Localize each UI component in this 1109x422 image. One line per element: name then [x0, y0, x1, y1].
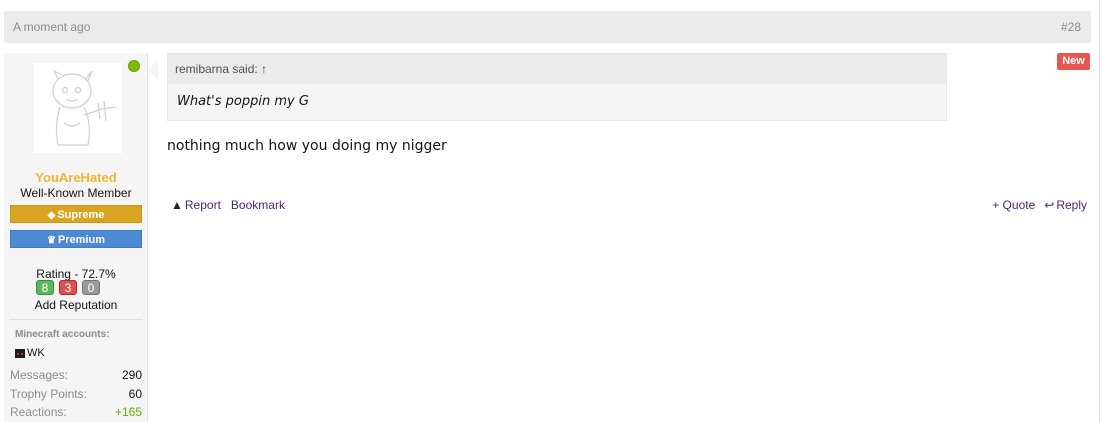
stat-value[interactable]: +165: [115, 405, 142, 419]
post-header: A moment ago #28: [4, 11, 1091, 43]
report-link[interactable]: ▲ Report: [171, 198, 221, 212]
minecraft-head-icon: [15, 348, 25, 358]
user-sidebar: YouAreHated Well-Known Member ◆ Supreme ♛…: [4, 53, 148, 422]
quote-button[interactable]: + Quote: [992, 198, 1035, 212]
quote-text: What's poppin my G: [177, 94, 309, 109]
username[interactable]: YouAreHated: [4, 170, 148, 185]
post-number[interactable]: #28: [1061, 20, 1081, 34]
minecraft-account-name: WK: [27, 347, 45, 359]
minecraft-account[interactable]: WK: [15, 347, 45, 359]
add-reputation-link[interactable]: Add Reputation: [4, 298, 148, 312]
reply-label: Reply: [1056, 198, 1087, 212]
reply-icon: ↩: [1044, 198, 1055, 212]
rank-badge-premium: ♛ Premium: [10, 230, 142, 248]
stat-label: Trophy Points:: [10, 387, 87, 401]
rating: Rating - 72.7%: [36, 267, 116, 281]
quote-block: remibarna said: ↑ What's poppin my G: [167, 53, 947, 121]
diamond-icon: ◆: [47, 210, 56, 221]
post-actions-left: ▲ Report Bookmark: [171, 198, 285, 212]
negative-rep: 3: [59, 280, 77, 295]
bookmark-link[interactable]: Bookmark: [231, 198, 285, 212]
post-time[interactable]: A moment ago: [13, 20, 90, 34]
user-title: Well-Known Member: [20, 186, 132, 200]
reputation-counts: 8 3 0: [36, 280, 116, 296]
stat-trophy-points: Trophy Points: 60: [10, 387, 142, 401]
post-message: nothing much how you doing my nigger: [167, 138, 447, 154]
online-status-icon: [128, 60, 140, 72]
stat-messages: Messages: 290: [10, 368, 142, 382]
avatar[interactable]: [34, 63, 122, 153]
divider: [10, 319, 142, 320]
trophy-icon: ♛: [46, 235, 56, 246]
rank-badge-supreme: ◆ Supreme: [10, 205, 142, 223]
reply-button[interactable]: ↩ Reply: [1044, 198, 1087, 212]
rank-label: Supreme: [57, 209, 105, 221]
report-label: Report: [184, 198, 221, 212]
quote-header: remibarna said: ↑: [168, 54, 946, 84]
rank-label: Premium: [57, 234, 106, 246]
avatar-sketch-icon: [52, 69, 117, 146]
warning-icon: ▲: [171, 198, 183, 212]
new-badge: New: [1057, 53, 1090, 70]
post-actions-right: + Quote ↩ Reply: [992, 198, 1087, 212]
quote-author-link[interactable]: remibarna said: ↑: [175, 62, 267, 76]
stat-label: Messages:: [10, 368, 69, 382]
positive-rep: 8: [36, 280, 54, 295]
stat-label: Reactions:: [10, 405, 67, 419]
stat-value[interactable]: 290: [122, 368, 142, 382]
stat-value[interactable]: 60: [129, 387, 142, 401]
minecraft-accounts-title: Minecraft accounts:: [15, 329, 110, 340]
neutral-rep: 0: [82, 280, 100, 295]
stat-reactions: Reactions: +165: [10, 405, 142, 419]
sidebar-arrow: [148, 60, 158, 80]
